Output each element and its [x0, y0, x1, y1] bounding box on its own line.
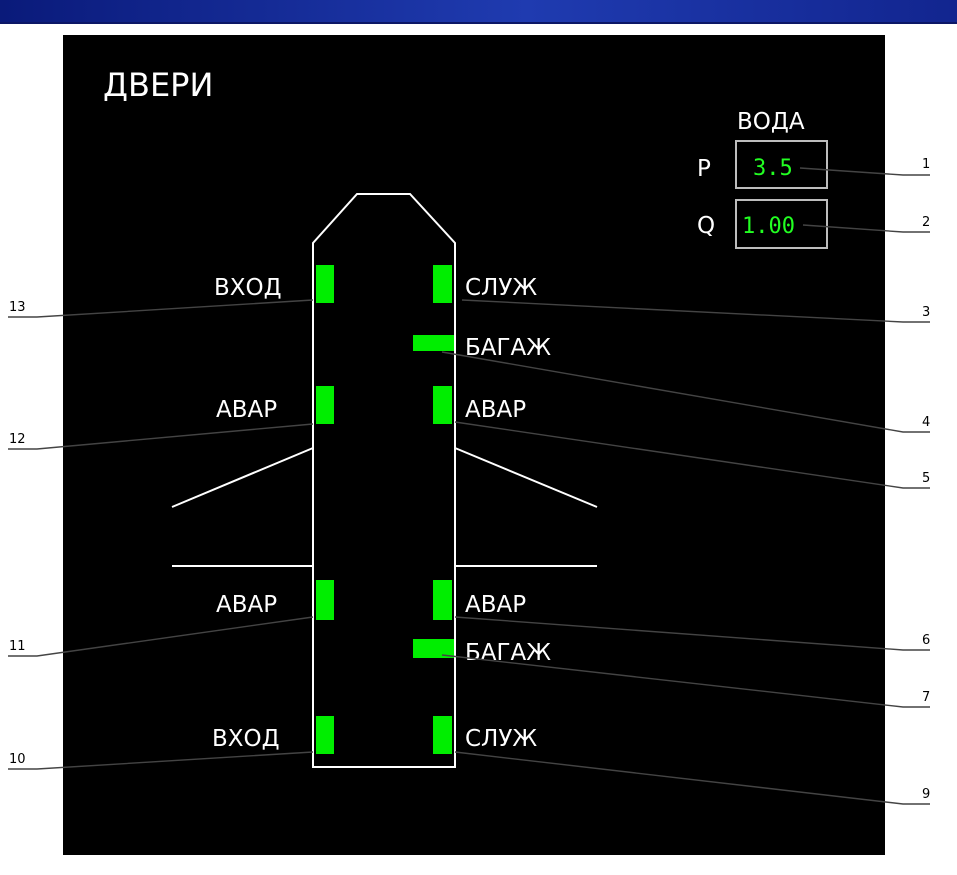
water-q-label: Q [697, 213, 715, 239]
door-label-baggage-front: БАГАЖ [465, 335, 551, 361]
door-indicator-rear-right [433, 716, 452, 754]
door-indicator-baggage-front [413, 335, 454, 351]
door-label-emerg-aft-left: АВАР [216, 592, 277, 618]
callout-4: 4 [922, 415, 930, 430]
door-indicator-emerg-aft-left [316, 580, 334, 620]
callout-2: 2 [922, 215, 930, 230]
door-label-emerg-fwd-right: АВАР [465, 397, 526, 423]
door-label-rear-left: ВХОД [212, 726, 280, 752]
door-indicator-emerg-fwd-right [433, 386, 452, 424]
door-label-front-left: ВХОД [214, 275, 282, 301]
water-q-value: 1.00 [742, 214, 795, 239]
door-indicator-emerg-aft-right [433, 580, 452, 620]
door-indicator-rear-left [316, 716, 334, 754]
door-label-emerg-fwd-left: АВАР [216, 397, 277, 423]
callout-12: 12 [9, 432, 26, 447]
callout-1: 1 [922, 157, 930, 172]
callout-13: 13 [9, 300, 26, 315]
callout-7: 7 [922, 690, 930, 705]
door-label-front-right: СЛУЖ [465, 275, 537, 301]
callout-6: 6 [922, 633, 930, 648]
door-indicator-emerg-fwd-left [316, 386, 334, 424]
door-label-emerg-aft-right: АВАР [465, 592, 526, 618]
door-label-rear-right: СЛУЖ [465, 726, 537, 752]
page-title: ДВЕРИ [103, 66, 213, 104]
water-p-label: P [697, 156, 711, 182]
callout-3: 3 [922, 305, 930, 320]
water-p-value: 3.5 [753, 156, 793, 181]
door-indicator-front-right [433, 265, 452, 303]
callout-10: 10 [9, 752, 26, 767]
water-label: ВОДА [737, 109, 805, 135]
door-indicator-front-left [316, 265, 334, 303]
callout-9: 9 [922, 787, 930, 802]
callout-5: 5 [922, 471, 930, 486]
doors-diagram: ДВЕРИ ВОДА P 3.5 Q 1.00 ВХОД СЛУЖ БАГАЖ … [8, 35, 930, 855]
callout-11: 11 [9, 639, 26, 654]
